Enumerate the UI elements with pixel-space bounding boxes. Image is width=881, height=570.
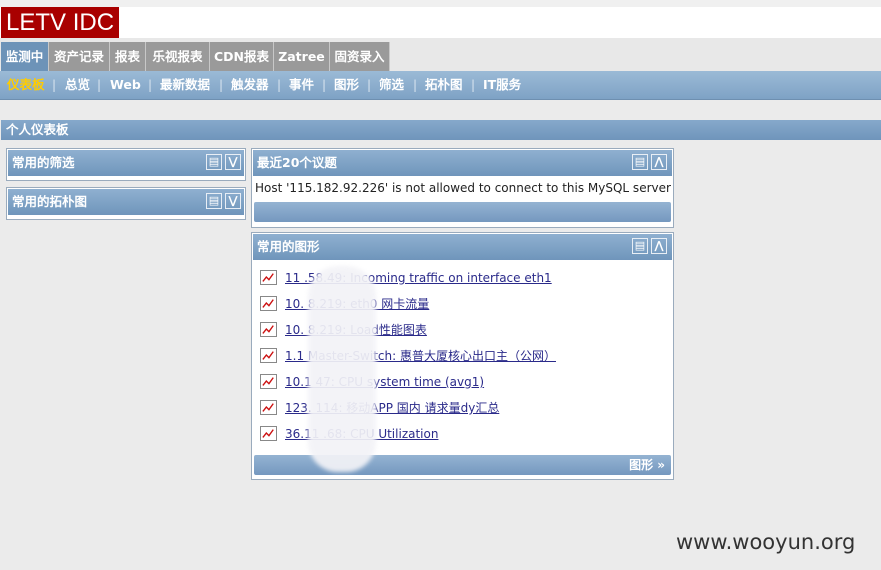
chevron-up-icon[interactable]: ⋀ <box>651 238 667 254</box>
widget-header: 常用的拓朴图 ▤ ⋁ <box>8 189 244 215</box>
chevron-down-icon[interactable]: ⋁ <box>225 193 241 209</box>
widget-last-issues: 最近20个议题 ▤ ⋀ Host '115.182.92.226' is not… <box>251 148 674 228</box>
sub-menu-separator: | <box>219 78 224 92</box>
list-icon[interactable]: ▤ <box>206 154 222 170</box>
sub-menu-latest-data[interactable]: 最新数据 <box>160 71 210 99</box>
line-graph-icon <box>260 296 277 311</box>
line-graph-icon <box>260 348 277 363</box>
widget-title: 常用的拓朴图 <box>12 194 88 209</box>
sub-menu-graphs[interactable]: 图形 <box>334 71 359 99</box>
line-graph-icon <box>260 322 277 337</box>
chevron-up-icon[interactable]: ⋀ <box>651 154 667 170</box>
widget-favorite-filters: 常用的筛选 ▤ ⋁ <box>6 148 246 181</box>
sub-menu-separator: | <box>471 78 476 92</box>
line-graph-icon <box>260 426 277 441</box>
main-menu-zatree[interactable]: Zatree <box>274 42 330 71</box>
widget-footer <box>254 202 671 222</box>
list-icon[interactable]: ▤ <box>632 154 648 170</box>
graphs-link[interactable]: 图形 » <box>629 455 665 475</box>
sub-menu-dashboard[interactable]: 仪表板 <box>7 71 45 99</box>
sub-menu-maps[interactable]: 拓朴图 <box>425 71 463 99</box>
main-menu-monitoring[interactable]: 监测中 <box>1 42 49 71</box>
main-menu-cdn-reports[interactable]: CDN报表 <box>210 42 274 71</box>
widget-favorite-maps: 常用的拓朴图 ▤ ⋁ <box>6 187 246 220</box>
list-icon[interactable]: ▤ <box>632 238 648 254</box>
sub-menu-triggers[interactable]: 触发器 <box>231 71 269 99</box>
sub-menu-screens[interactable]: 筛选 <box>379 71 404 99</box>
main-menu: 监测中 资产记录 报表 乐视报表 CDN报表 Zatree 固资录入 <box>0 38 881 71</box>
widget-title: 最近20个议题 <box>257 155 337 170</box>
sub-menu: 仪表板 | 总览 | Web | 最新数据 | 触发器 | 事件 | 图形 | … <box>0 71 881 100</box>
page-title: 个人仪表板 <box>1 120 881 140</box>
sub-menu-separator: | <box>413 78 418 92</box>
main-menu-assets[interactable]: 资产记录 <box>49 42 110 71</box>
watermark: www.wooyun.org <box>676 530 856 554</box>
sub-menu-separator: | <box>322 78 327 92</box>
widget-header: 常用的图形 ▤ ⋀ <box>253 234 672 260</box>
sub-menu-separator: | <box>52 78 57 92</box>
error-message: Host '115.182.92.226' is not allowed to … <box>255 181 671 195</box>
line-graph-icon <box>260 270 277 285</box>
line-graph-icon <box>260 400 277 415</box>
widget-title: 常用的筛选 <box>12 155 75 170</box>
widget-header: 常用的筛选 ▤ ⋁ <box>8 150 244 176</box>
sub-menu-separator: | <box>148 78 153 92</box>
sub-menu-separator: | <box>97 78 102 92</box>
redaction-blur <box>308 266 376 472</box>
sub-menu-web[interactable]: Web <box>110 71 141 99</box>
sub-menu-separator: | <box>277 78 282 92</box>
widget-title: 常用的图形 <box>257 239 320 254</box>
logo: LETV IDC <box>1 7 119 38</box>
main-menu-reports[interactable]: 报表 <box>110 42 146 71</box>
widget-header: 最近20个议题 ▤ ⋀ <box>253 150 672 176</box>
sub-menu-events[interactable]: 事件 <box>289 71 314 99</box>
sub-menu-it-services[interactable]: IT服务 <box>483 71 521 99</box>
chevron-down-icon[interactable]: ⋁ <box>225 154 241 170</box>
main-menu-letv-reports[interactable]: 乐视报表 <box>146 42 210 71</box>
sub-menu-separator: | <box>367 78 372 92</box>
line-graph-icon <box>260 374 277 389</box>
main-menu-asset-entry[interactable]: 固资录入 <box>330 42 390 71</box>
list-icon[interactable]: ▤ <box>206 193 222 209</box>
app-header: LETV IDC <box>0 7 881 38</box>
sub-menu-overview[interactable]: 总览 <box>65 71 90 99</box>
